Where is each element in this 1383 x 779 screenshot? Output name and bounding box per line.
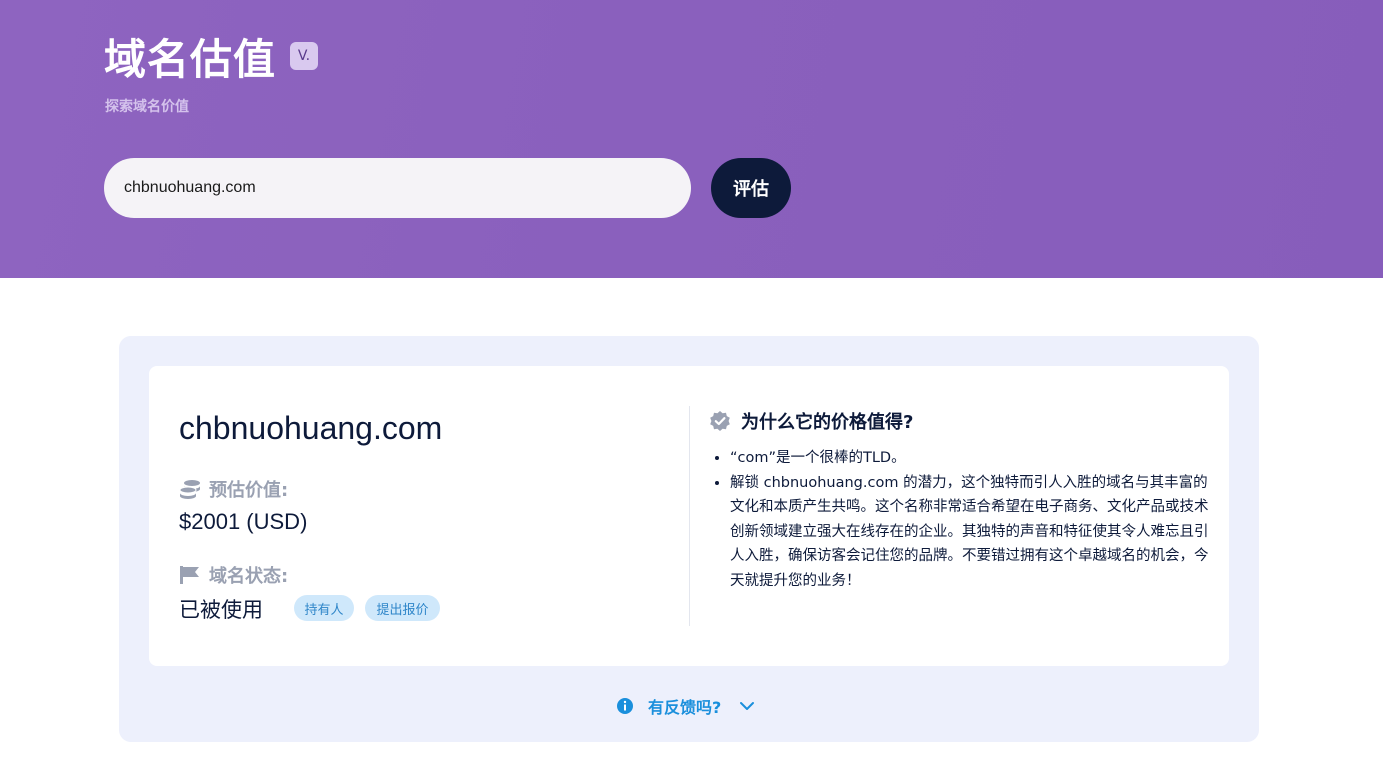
page-title: 域名估值 — [104, 35, 277, 84]
why-heading: 为什么它的价格值得? — [709, 408, 913, 434]
card-divider — [689, 406, 690, 626]
why-title: 为什么它的价格值得? — [741, 412, 914, 433]
owner-pill[interactable]: 持有人 — [294, 595, 354, 621]
verified-badge-icon — [710, 411, 730, 431]
page-subtitle: 探索域名价值 — [105, 99, 189, 115]
feedback-toggle[interactable]: 有反馈吗? — [616, 694, 755, 718]
chevron-down-icon — [740, 702, 755, 710]
why-list: “com”是一个很棒的TLD。 解锁 chbnuohuang.com 的潜力，这… — [712, 446, 1220, 593]
estimate-label: 预估价值: — [209, 480, 289, 501]
domain-search-input[interactable] — [104, 158, 691, 218]
make-offer-pill[interactable]: 提出报价 — [365, 595, 440, 621]
coins-icon — [179, 480, 200, 499]
estimate-value: $2001 (USD) — [179, 509, 308, 534]
estimate-label-row: 预估价值: — [179, 476, 288, 502]
brand: 域名估值 V. — [104, 33, 319, 87]
why-point: “com”是一个很棒的TLD。 — [730, 446, 1220, 471]
status-label: 域名状态: — [209, 566, 289, 587]
feedback-label: 有反馈吗? — [648, 698, 722, 717]
info-icon — [617, 698, 633, 714]
version-badge: V. — [290, 42, 319, 70]
flag-icon — [180, 566, 199, 584]
status-value: 已被使用 — [179, 598, 263, 622]
evaluate-button[interactable]: 评估 — [711, 158, 791, 218]
why-point: 解锁 chbnuohuang.com 的潜力，这个独特而引人入胜的域名与其丰富的… — [730, 471, 1220, 594]
result-domain: chbnuohuang.com — [179, 410, 443, 446]
status-label-row: 域名状态: — [179, 562, 288, 588]
